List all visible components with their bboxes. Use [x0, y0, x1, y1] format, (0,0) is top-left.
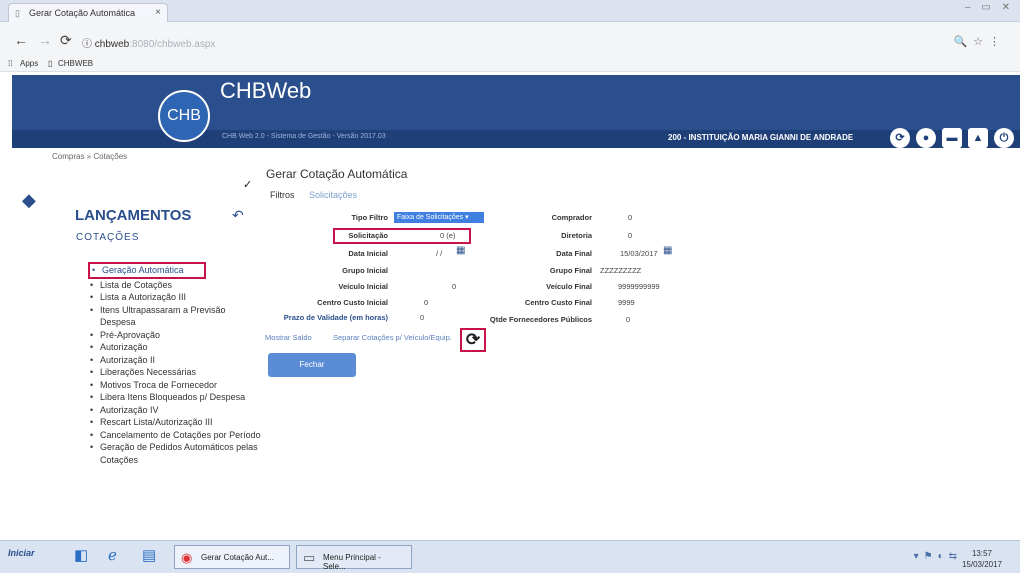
folder-icon[interactable]: ▤: [142, 546, 156, 564]
app-title: CHBWeb: [220, 78, 312, 103]
prazo-label: Prazo de Validade (em horas): [283, 313, 388, 322]
sidebar-item-liberacoes[interactable]: Liberações Necessárias: [88, 366, 263, 379]
forward-icon[interactable]: →: [38, 32, 52, 48]
veiculo-inicial-input[interactable]: 0: [452, 282, 456, 291]
factory-icon[interactable]: ▲: [968, 128, 988, 148]
cc-final-input[interactable]: 9999: [618, 298, 635, 307]
header-info-text: CHB Web 2.0 - Sistema de Gestão - Versão…: [222, 133, 386, 140]
sidebar-item-autorizacao-iv[interactable]: Autorização IV: [88, 404, 263, 417]
back-arrow-icon[interactable]: ↶: [232, 207, 244, 224]
calendar-icon[interactable]: ▦: [456, 245, 465, 256]
cc-inicial-label: Centro Custo Inicial: [317, 298, 388, 307]
apps-icon[interactable]: ⁞⁞: [8, 59, 12, 68]
tag-icon: ◆: [22, 190, 36, 210]
truck-icon[interactable]: ▬: [942, 128, 962, 148]
sidebar-item-libera-itens[interactable]: Libera Itens Bloqueados p/ Despesa: [88, 391, 263, 404]
diretoria-input[interactable]: 0: [628, 231, 632, 240]
cc-inicial-input[interactable]: 0: [424, 298, 428, 307]
tipo-filtro-label: Tipo Filtro: [351, 213, 388, 222]
sidebar-item-geracao-pedidos[interactable]: Geração de Pedidos Automáticos pelas Cot…: [88, 441, 263, 466]
institution-name: 200 - INSTITUIÇÃO MARIA GIANNI DE ANDRAD…: [668, 133, 854, 142]
solicitacao-label: Solicitação: [348, 231, 388, 240]
ie-icon[interactable]: ℯ: [108, 546, 117, 564]
browser-nav-bar: ← → ⟳ ⓘ chbweb:8080/chbweb.aspx 🔍☆⋮: [0, 22, 1020, 56]
grupo-inicial-label: Grupo Inicial: [342, 266, 388, 275]
veiculo-inicial-label: Veículo Inicial: [338, 282, 388, 291]
form-tabs: Filtros Solicitações: [270, 190, 357, 200]
prazo-input[interactable]: 0: [420, 313, 424, 322]
bookmark-apps[interactable]: Apps: [20, 59, 38, 68]
sidebar-item-lista-autorizacao-iii[interactable]: Lista a Autorização III: [88, 291, 263, 304]
address-bar[interactable]: ⓘ chbweb:8080/chbweb.aspx: [82, 35, 215, 50]
bookmark-chbweb[interactable]: CHBWEB: [58, 59, 93, 68]
data-final-label: Data Final: [556, 249, 592, 258]
veiculo-final-input[interactable]: 9999999999: [618, 282, 660, 291]
mostrar-saldo-checkbox[interactable]: Mostrar Saldo: [265, 333, 312, 342]
browser-tab[interactable]: ▯ Gerar Cotação Automática ×: [8, 3, 168, 22]
comprador-label: Comprador: [551, 213, 592, 222]
start-button[interactable]: Iniciar: [8, 548, 35, 558]
sidebar-item-pre-aprovacao[interactable]: Pré-Aprovação: [88, 329, 263, 342]
bookmarks-bar: ⁞⁞ Apps ▯ CHBWEB: [0, 56, 1020, 72]
page-title: Gerar Cotação Automática: [266, 167, 408, 181]
sidebar-item-rescart[interactable]: Rescart Lista/Autorização III: [88, 416, 263, 429]
browser-tab-bar: ▯ Gerar Cotação Automática × – ▭ ✕: [0, 0, 1020, 22]
sidebar-menu: Geração Automática Lista de Cotações Lis…: [88, 262, 263, 466]
browser-menu-icons[interactable]: 🔍☆⋮: [953, 35, 1006, 48]
sync-icon[interactable]: ⟳: [890, 128, 910, 148]
qtde-fornecedores-input[interactable]: 0: [626, 315, 630, 324]
window-controls[interactable]: – ▭ ✕: [965, 2, 1014, 13]
diretoria-label: Diretoria: [561, 231, 592, 240]
sidebar-title: LANÇAMENTOS: [75, 207, 192, 224]
page-icon: ▯: [15, 8, 20, 18]
tab-solicitacoes[interactable]: Solicitações: [309, 190, 357, 200]
grupo-final-input[interactable]: ZZZZZZZZZ: [600, 266, 641, 275]
sidebar-item-lista-cotacoes[interactable]: Lista de Cotações: [88, 279, 263, 292]
power-icon[interactable]: ⏻: [994, 128, 1014, 148]
tipo-filtro-select[interactable]: Faixa de Solicitações ▾: [394, 212, 484, 223]
fechar-button[interactable]: Fechar: [268, 353, 356, 377]
page-icon: ▯: [48, 59, 53, 68]
comprador-input[interactable]: 0: [628, 213, 632, 222]
sidebar-subtitle: COTAÇÕES: [76, 232, 140, 243]
taskbar-window-menu-principal[interactable]: ▭ Menu Principal - Sele...: [296, 545, 412, 571]
sidebar-item-cancelamento[interactable]: Cancelamento de Cotações por Período: [88, 429, 263, 442]
data-final-input[interactable]: 15/03/2017: [620, 249, 658, 258]
separar-cotacoes-checkbox[interactable]: Separar Cotações p/ Veículo/Equip.: [333, 333, 452, 342]
calendar-icon[interactable]: ▦: [663, 245, 672, 256]
user-icon[interactable]: ●: [916, 128, 936, 148]
veiculo-final-label: Veículo Final: [546, 282, 592, 291]
refresh-icon[interactable]: ⟳: [460, 328, 486, 352]
qtde-fornecedores-label: Qtde Fornecedores Públicos: [489, 315, 592, 324]
sidebar-item-motivos-troca[interactable]: Motivos Troca de Fornecedor: [88, 379, 263, 392]
tab-title: Gerar Cotação Automática: [29, 8, 136, 18]
system-tray[interactable]: ▾⚑◐⇆: [914, 551, 962, 562]
cc-final-label: Centro Custo Final: [524, 298, 592, 307]
sidebar-item-geracao-automatica[interactable]: Geração Automática: [88, 262, 206, 279]
breadcrumb[interactable]: Compras » Cotações: [52, 152, 127, 161]
taskbar-window-gerar-cotacao[interactable]: ◉ Gerar Cotação Aut...: [174, 545, 290, 569]
close-tab-icon[interactable]: ×: [155, 7, 161, 18]
sidebar-item-autorizacao[interactable]: Autorização: [88, 341, 263, 354]
clock[interactable]: 13:57 15/03/2017: [962, 548, 1002, 570]
window-icon: ▭: [303, 550, 316, 565]
data-inicial-label: Data Inicial: [348, 249, 388, 258]
sidebar-item-itens-ultrapassaram[interactable]: Itens Ultrapassaram a Previsão Despesa: [88, 304, 263, 329]
reload-icon[interactable]: ⟳: [60, 32, 72, 49]
solicitacao-input[interactable]: 0 (e): [440, 231, 455, 240]
chrome-icon: ◉: [181, 550, 193, 565]
check-icon: ✓: [243, 179, 253, 191]
data-inicial-input[interactable]: / /: [436, 249, 442, 258]
sidebar-item-autorizacao-ii[interactable]: Autorização II: [88, 354, 263, 367]
grupo-final-label: Grupo Final: [549, 266, 592, 275]
tab-filtros[interactable]: Filtros: [270, 190, 295, 200]
back-icon[interactable]: ←: [14, 32, 28, 48]
app-logo: CHB: [158, 90, 210, 142]
explorer-icon[interactable]: ◧: [74, 546, 88, 564]
